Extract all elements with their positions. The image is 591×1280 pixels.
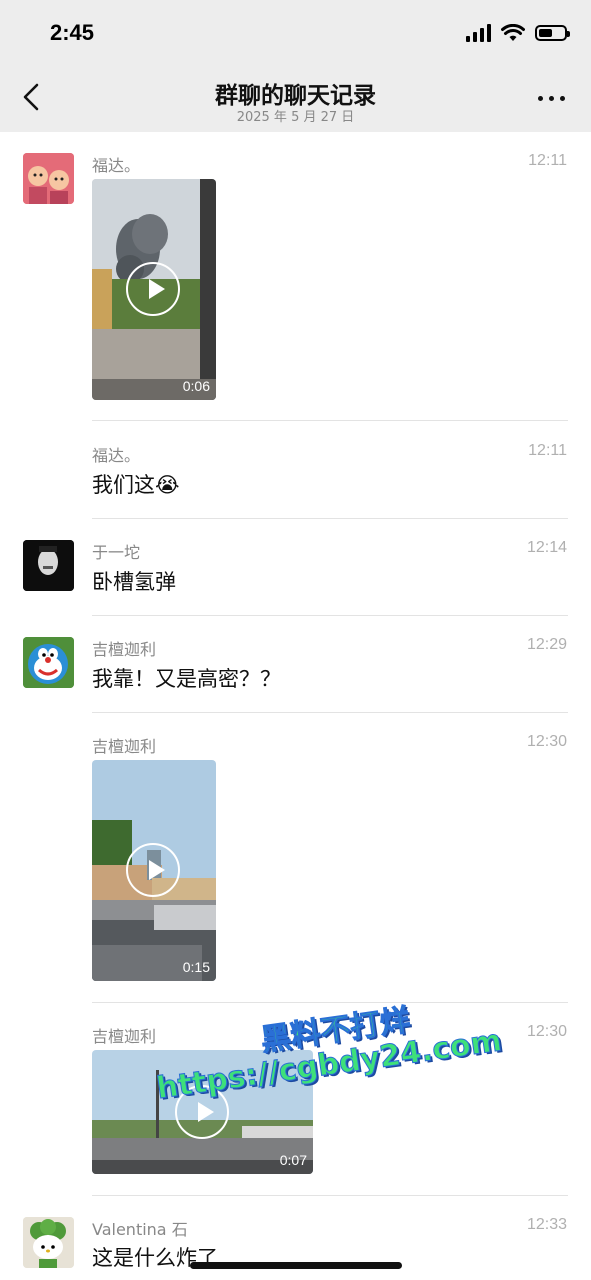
battery-icon xyxy=(535,25,570,41)
video-thumbnail[interactable]: 0:06 xyxy=(92,179,216,400)
message-time: 12:30 xyxy=(526,1023,567,1040)
chat-message: 吉檀迦利 12:29 我靠！又是高密？？ xyxy=(0,616,591,713)
avatar[interactable] xyxy=(23,153,74,204)
page-subtitle-date: 2025 年 5 月 27 日 xyxy=(236,110,355,125)
play-button-icon[interactable] xyxy=(126,262,180,316)
crying-laughing-emoji-icon: 😭 xyxy=(155,473,180,497)
sender-name: 吉檀迦利 xyxy=(92,1027,157,1046)
avatar[interactable] xyxy=(23,1217,74,1268)
play-button-icon[interactable] xyxy=(126,843,180,897)
sender-name: 福达。 xyxy=(92,156,141,175)
status-bar: 2:45 xyxy=(0,0,591,64)
sender-name: 福达。 xyxy=(92,446,141,465)
video-duration: 0:07 xyxy=(279,1152,307,1168)
video-duration: 0:15 xyxy=(182,959,210,975)
message-time: 12:11 xyxy=(528,152,567,169)
avatar[interactable] xyxy=(23,540,74,591)
sender-name: 吉檀迦利 xyxy=(92,737,157,756)
message-time: 12:29 xyxy=(526,636,567,653)
status-time: 2:45 xyxy=(50,20,95,45)
message-text: 卧槽氢弹 xyxy=(92,570,176,594)
sender-name: 于一坨 xyxy=(92,543,141,562)
wifi-icon xyxy=(501,24,525,41)
message-time: 12:30 xyxy=(526,733,567,750)
message-text-content: 我们这 xyxy=(92,473,155,497)
message-time: 12:33 xyxy=(526,1216,567,1233)
chat-message: 吉檀迦利 12:30 0:15 xyxy=(0,713,591,1003)
message-time: 12:11 xyxy=(528,442,567,459)
page-title: 群聊的聊天记录 xyxy=(215,83,376,109)
sender-name: 吉檀迦利 xyxy=(92,640,157,659)
avatar[interactable] xyxy=(23,637,74,688)
message-time: 12:14 xyxy=(526,539,567,556)
message-text: 我靠！又是高密？？ xyxy=(92,667,281,691)
chat-message: 福达。 12:11 0:06 xyxy=(0,132,591,422)
home-indicator[interactable] xyxy=(190,1262,402,1269)
video-duration: 0:06 xyxy=(182,378,210,394)
video-thumbnail[interactable]: 0:15 xyxy=(92,760,216,981)
header-bar: 群聊的聊天记录 2025 年 5 月 27 日 xyxy=(0,64,591,132)
message-text: 我们这😭 xyxy=(92,469,180,499)
cellular-signal-icon xyxy=(466,24,491,42)
sender-name: Valentina 石 xyxy=(92,1220,188,1239)
chat-message: 于一坨 12:14 卧槽氢弹 xyxy=(0,519,591,616)
more-options-icon[interactable] xyxy=(538,96,565,101)
chat-message: 福达。 12:11 我们这😭 xyxy=(0,422,591,519)
divider xyxy=(92,420,568,421)
status-icons xyxy=(466,24,570,42)
